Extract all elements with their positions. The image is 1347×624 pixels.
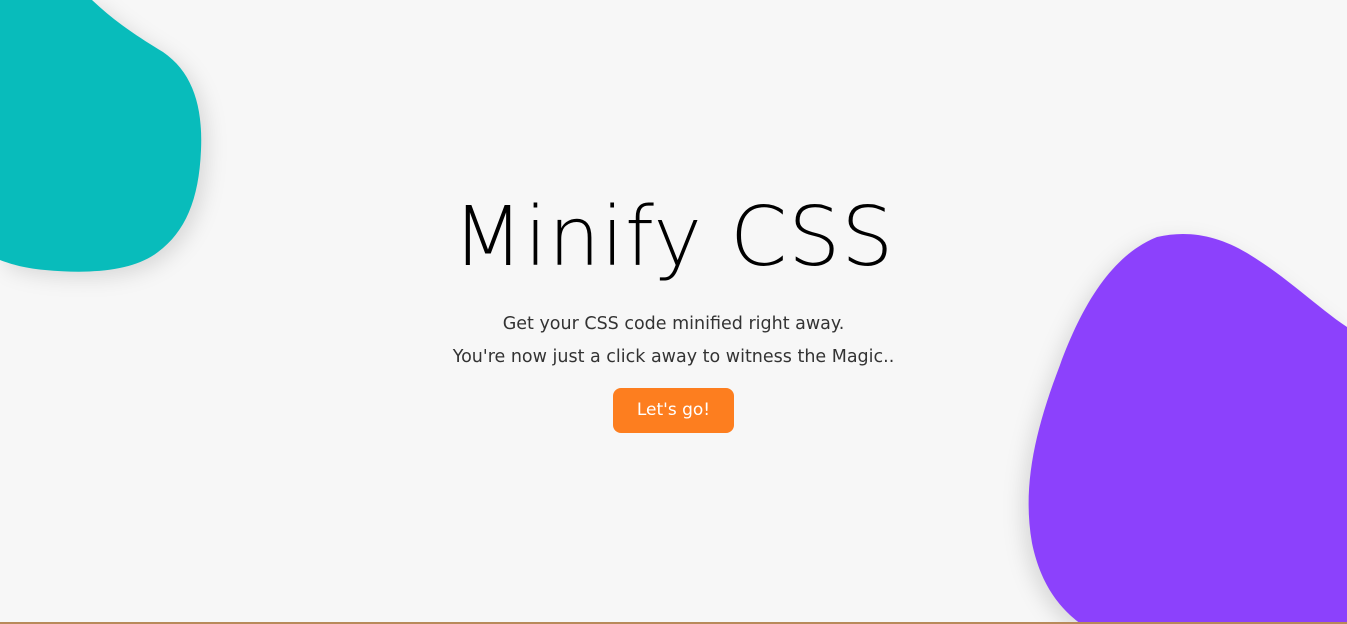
page-title: Minify CSS xyxy=(452,190,895,285)
hero-subtitle-line-2: You're now just a click away to witness … xyxy=(452,347,895,367)
hero-subtitle-line-1: Get your CSS code minified right away. xyxy=(502,314,845,334)
hero-section: Minify CSS Get your CSS code minified ri… xyxy=(0,186,1347,433)
lets-go-button[interactable]: Let's go! xyxy=(612,388,735,433)
